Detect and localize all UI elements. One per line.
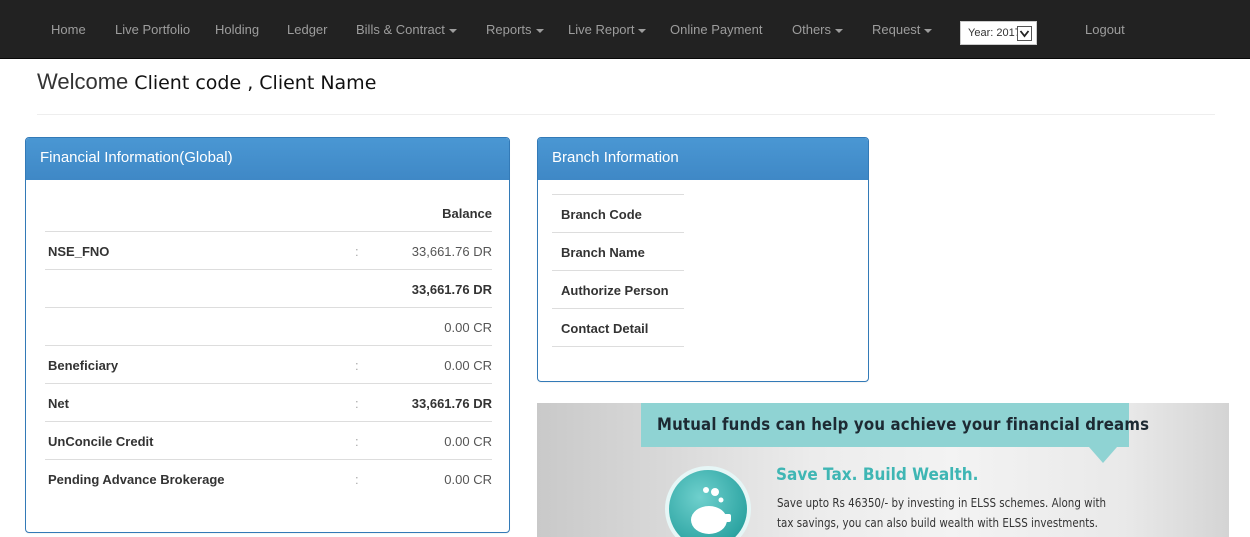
table-row: NSE_FNO : 33,661.76 DR [45,231,492,269]
row-value: 0.00 CR [444,434,492,449]
branch-code-label: Branch Code [552,195,684,233]
nav-live-report-label: Live Report [568,22,635,37]
nav-ledger[interactable]: Ledger [287,22,327,38]
contact-detail-label: Contact Detail [552,309,684,347]
table-row: Net : 33,661.76 DR [45,383,492,421]
nav-live-report[interactable]: Live Report [568,22,647,38]
nav-bills-contract[interactable]: Bills & Contract [356,22,457,38]
table-row: 33,661.76 DR [45,269,492,307]
table-row: Pending Advance Brokerage : 0.00 CR [45,459,492,497]
nav-bills-contract-label: Bills & Contract [356,22,445,37]
row-label: Net [48,396,69,411]
divider [37,114,1215,115]
nav-holding[interactable]: Holding [215,22,259,38]
caret-down-icon [835,28,844,33]
nav-request[interactable]: Request [872,22,933,38]
table-row: UnConcile Credit : 0.00 CR [45,421,492,459]
banner-subheading: Save Tax. Build Wealth. [776,465,979,485]
row-label: Pending Advance Brokerage [48,472,225,487]
row-value: 0.00 CR [444,358,492,373]
year-select-value: Year: 2017 [968,27,1021,39]
top-navbar: Home Live Portfolio Holding Ledger Bills… [0,0,1250,59]
nav-others[interactable]: Others [792,22,844,38]
row-label: UnConcile Credit [48,434,154,449]
table-row: Beneficiary : 0.00 CR [45,345,492,383]
financial-table-header: Balance [45,196,492,231]
branch-information-panel: Branch Information Branch Code Branch Na… [537,137,869,382]
caret-down-icon [638,28,647,33]
row-value: 33,661.76 DR [411,244,492,259]
table-row: 0.00 CR [45,307,492,345]
chevron-down-icon [1017,26,1032,41]
row-separator: : [355,396,359,411]
row-label: NSE_FNO [48,244,110,259]
financial-table: Balance NSE_FNO : 33,661.76 DR 33,661.76… [45,196,492,497]
banner-body-text: Save upto Rs 46350/- by investing in ELS… [777,496,1107,530]
row-label: Beneficiary [48,358,119,373]
financial-panel-title: Financial Information(Global) [26,138,509,180]
nav-others-label: Others [792,22,832,37]
nav-online-payment[interactable]: Online Payment [670,22,763,38]
nav-home[interactable]: Home [51,22,86,38]
row-separator: : [355,244,359,259]
branch-table: Branch Code Branch Name Authorize Person… [552,194,684,347]
nav-reports-label: Reports [486,22,532,37]
client-identity: Client code , Client Name [134,72,377,94]
welcome-greeting: Welcome [37,69,129,94]
row-value: 33,661.76 DR [411,282,492,297]
welcome-heading: Welcome Client code , Client Name [37,69,376,95]
branch-panel-title: Branch Information [538,138,868,180]
nav-live-portfolio[interactable]: Live Portfolio [115,22,190,38]
row-value: 0.00 CR [444,472,492,487]
row-value: 0.00 CR [444,320,492,335]
caret-down-icon [924,28,933,33]
authorize-person-label: Authorize Person [552,271,684,309]
row-separator: : [355,434,359,449]
caret-down-icon [535,28,544,33]
row-value: 33,661.76 DR [411,396,492,411]
row-separator: : [355,358,359,373]
speech-pointer-icon [1089,447,1117,463]
row-separator: : [355,472,359,487]
mutual-fund-banner[interactable]: Mutual funds can help you achieve your f… [537,403,1229,537]
balance-column-header: Balance [442,206,492,221]
branch-name-label: Branch Name [552,233,684,271]
nav-logout[interactable]: Logout [1085,22,1125,38]
caret-down-icon [448,28,457,33]
nav-request-label: Request [872,22,921,37]
year-select[interactable]: Year: 2017 [960,21,1037,45]
banner-headline: Mutual funds can help you achieve your f… [657,415,1150,435]
nav-reports[interactable]: Reports [486,22,544,38]
financial-information-panel: Financial Information(Global) Balance NS… [25,137,510,533]
piggy-bank-icon [665,466,751,537]
